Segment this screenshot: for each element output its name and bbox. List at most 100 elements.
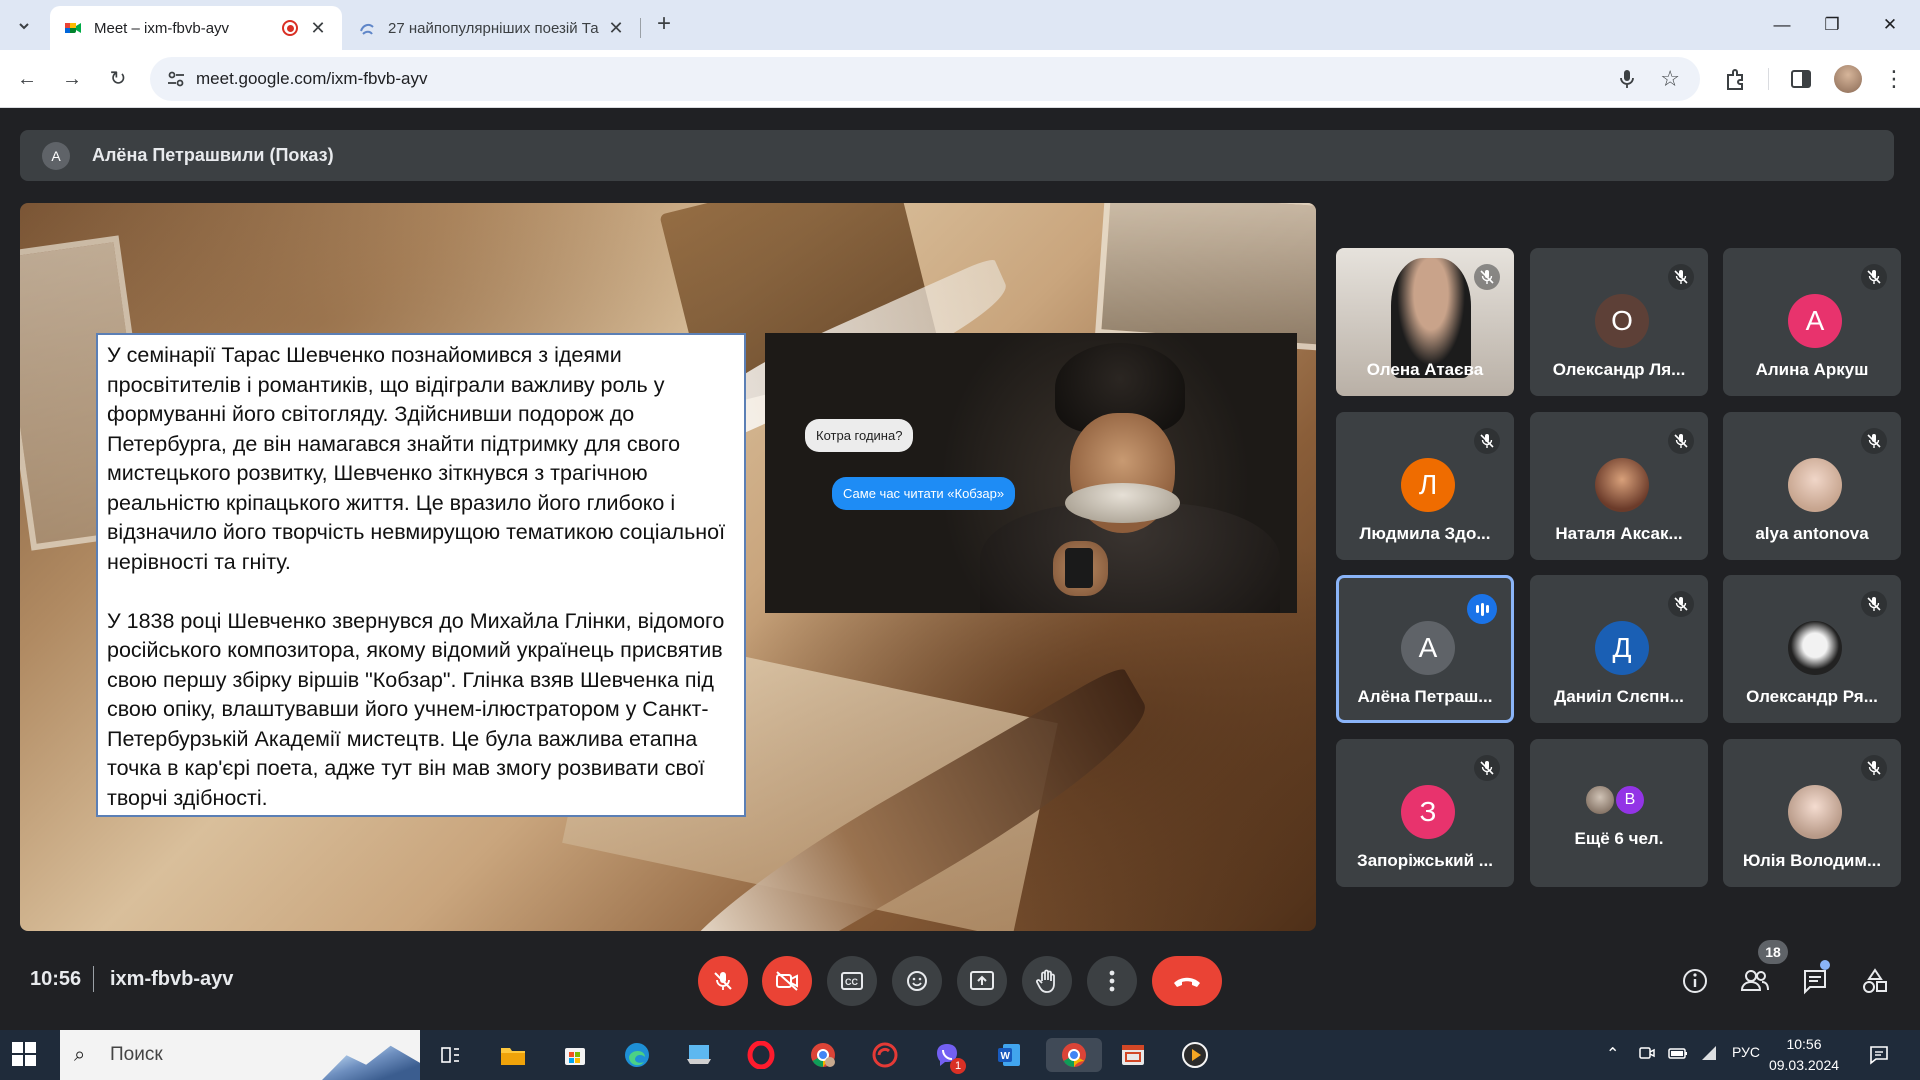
participant-tile[interactable]: Наталя Аксак... — [1530, 412, 1708, 560]
muted-mic-icon — [1861, 428, 1887, 454]
battery-icon[interactable] — [1668, 1044, 1688, 1065]
system-clock[interactable]: 10:56 09.03.2024 — [1764, 1034, 1844, 1076]
minimize-button[interactable]: — — [1758, 10, 1806, 40]
portrait-phone — [1065, 548, 1093, 588]
participant-tile[interactable]: Л Людмила Здо... — [1336, 412, 1514, 560]
close-tab-icon[interactable]: ✕ — [308, 18, 328, 39]
browser-menu-icon[interactable]: ⋮ — [1880, 65, 1908, 93]
meeting-details-button[interactable] — [1678, 964, 1712, 998]
slide-paragraph: У семінарії Тарас Шевченко познайомився … — [107, 343, 726, 574]
bandicam-icon[interactable] — [868, 1038, 902, 1072]
close-window-button[interactable]: ✕ — [1866, 10, 1914, 40]
presentation-app-icon[interactable] — [1116, 1038, 1150, 1072]
search-placeholder: Поиск — [110, 1044, 163, 1065]
side-panel-icon[interactable] — [1787, 65, 1815, 93]
raise-hand-button[interactable] — [1022, 956, 1072, 1006]
chrome-profile-icon[interactable] — [806, 1038, 840, 1072]
file-explorer-icon[interactable] — [496, 1038, 530, 1072]
edge-browser-icon[interactable] — [620, 1038, 654, 1072]
input-language[interactable]: РУС — [1732, 1044, 1760, 1060]
emoji-icon — [907, 971, 927, 991]
participant-name: Даниіл Слєпн... — [1554, 687, 1684, 706]
more-options-button[interactable] — [1087, 956, 1137, 1006]
new-message-dot — [1820, 960, 1830, 970]
search-highlight-image — [322, 1045, 420, 1080]
muted-mic-icon — [1861, 591, 1887, 617]
more-vertical-icon — [1109, 970, 1115, 992]
participant-name: Запоріжський ... — [1357, 851, 1493, 870]
participant-name: Олександр Ря... — [1746, 687, 1878, 706]
participant-avatar: О — [1595, 294, 1649, 348]
chrome-active-icon[interactable] — [1046, 1038, 1102, 1072]
windows-start-icon[interactable] — [12, 1042, 36, 1066]
participant-photo — [1595, 458, 1649, 512]
muted-mic-icon — [1668, 264, 1694, 290]
microphone-in-use-icon[interactable] — [1616, 68, 1638, 90]
camera-toggle-button[interactable] — [762, 956, 812, 1006]
tab-meet[interactable]: Meet – ixm-fbvb-ayv ✕ — [50, 6, 342, 50]
activities-button[interactable] — [1858, 964, 1892, 998]
restore-button[interactable]: ❐ — [1808, 10, 1856, 40]
meeting-code: ixm-fbvb-ayv — [110, 968, 234, 990]
address-bar[interactable]: meet.google.com/ixm-fbvb-ayv ☆ — [150, 57, 1700, 101]
close-tab-icon[interactable]: ✕ — [606, 18, 626, 39]
participant-tile[interactable]: Д Даниіл Слєпн... — [1530, 575, 1708, 723]
closed-captions-icon: CC — [841, 972, 863, 990]
people-count-badge: 18 — [1758, 940, 1788, 964]
participant-avatar: Д — [1595, 621, 1649, 675]
portrait-mustache — [1065, 483, 1180, 523]
participant-name: Наталя Аксак... — [1555, 524, 1683, 543]
participant-tile-speaking[interactable]: А Алёна Петраш... — [1336, 575, 1514, 723]
muted-mic-icon — [1861, 755, 1887, 781]
profile-avatar[interactable] — [1834, 65, 1862, 93]
taskbar-search-box[interactable]: ⌕ Поиск — [60, 1030, 420, 1080]
svg-text:W: W — [1001, 1051, 1011, 1062]
muted-mic-icon — [1668, 591, 1694, 617]
captions-button[interactable]: CC — [827, 956, 877, 1006]
microsoft-store-icon[interactable] — [558, 1038, 592, 1072]
clock-date: 09.03.2024 — [1768, 1057, 1840, 1073]
microphone-toggle-button[interactable] — [698, 956, 748, 1006]
participant-tile[interactable]: Олена Атаєва — [1336, 248, 1514, 396]
present-screen-button[interactable] — [957, 956, 1007, 1006]
opera-browser-icon[interactable] — [744, 1038, 778, 1072]
chevron-down-icon — [19, 23, 29, 30]
windows-taskbar: ⌕ Поиск 1 W ⌃ РУС 10:56 09.03.2024 — [0, 1030, 1920, 1080]
participant-tile[interactable]: Юлія Володим... — [1723, 739, 1901, 887]
vintage-photo-decoration — [1095, 203, 1316, 351]
muted-mic-icon — [1668, 428, 1694, 454]
people-button[interactable] — [1738, 964, 1772, 998]
meeting-clock: 10:56 — [30, 968, 82, 990]
forward-button[interactable]: → — [57, 64, 87, 94]
participant-tile[interactable]: Олександр Ря... — [1723, 575, 1901, 723]
microsoft-word-icon[interactable]: W — [992, 1038, 1026, 1072]
leave-call-button[interactable] — [1152, 956, 1222, 1006]
reload-button[interactable]: ↻ — [103, 64, 133, 94]
media-player-icon[interactable] — [1178, 1038, 1212, 1072]
participant-tile[interactable]: alya antonova — [1723, 412, 1901, 560]
tab-poems[interactable]: 27 найпопулярніших поезій Та ✕ — [344, 6, 640, 50]
back-button[interactable]: ← — [12, 64, 42, 94]
reactions-button[interactable] — [892, 956, 942, 1006]
site-settings-icon[interactable] — [166, 69, 186, 89]
extensions-puzzle-icon[interactable] — [1722, 65, 1750, 93]
remote-desktop-icon[interactable] — [682, 1038, 716, 1072]
participant-tile[interactable]: З Запоріжський ... — [1336, 739, 1514, 887]
tray-expand-icon[interactable]: ⌃ — [1606, 1044, 1619, 1064]
viber-notification-badge: 1 — [950, 1058, 966, 1074]
participant-name: Юлія Володим... — [1742, 851, 1882, 870]
tab-search-button[interactable] — [10, 12, 38, 40]
notifications-icon[interactable] — [1862, 1038, 1896, 1072]
viber-icon[interactable]: 1 — [930, 1038, 966, 1074]
participant-tile[interactable]: О Олександр Ля... — [1530, 248, 1708, 396]
hang-up-icon — [1174, 977, 1200, 987]
bookmark-star-icon[interactable]: ☆ — [1660, 66, 1680, 92]
meet-indicator-icon[interactable] — [1638, 1044, 1656, 1065]
wifi-icon[interactable] — [1700, 1044, 1718, 1065]
participant-avatar: А — [1788, 294, 1842, 348]
participant-tile[interactable]: А Алина Аркуш — [1723, 248, 1901, 396]
task-view-icon[interactable] — [433, 1038, 467, 1072]
new-tab-button[interactable]: + — [650, 11, 678, 39]
more-participants-tile[interactable]: В Ещё 6 чел. — [1530, 739, 1708, 887]
participant-name: Олена Атаєва — [1366, 360, 1484, 379]
